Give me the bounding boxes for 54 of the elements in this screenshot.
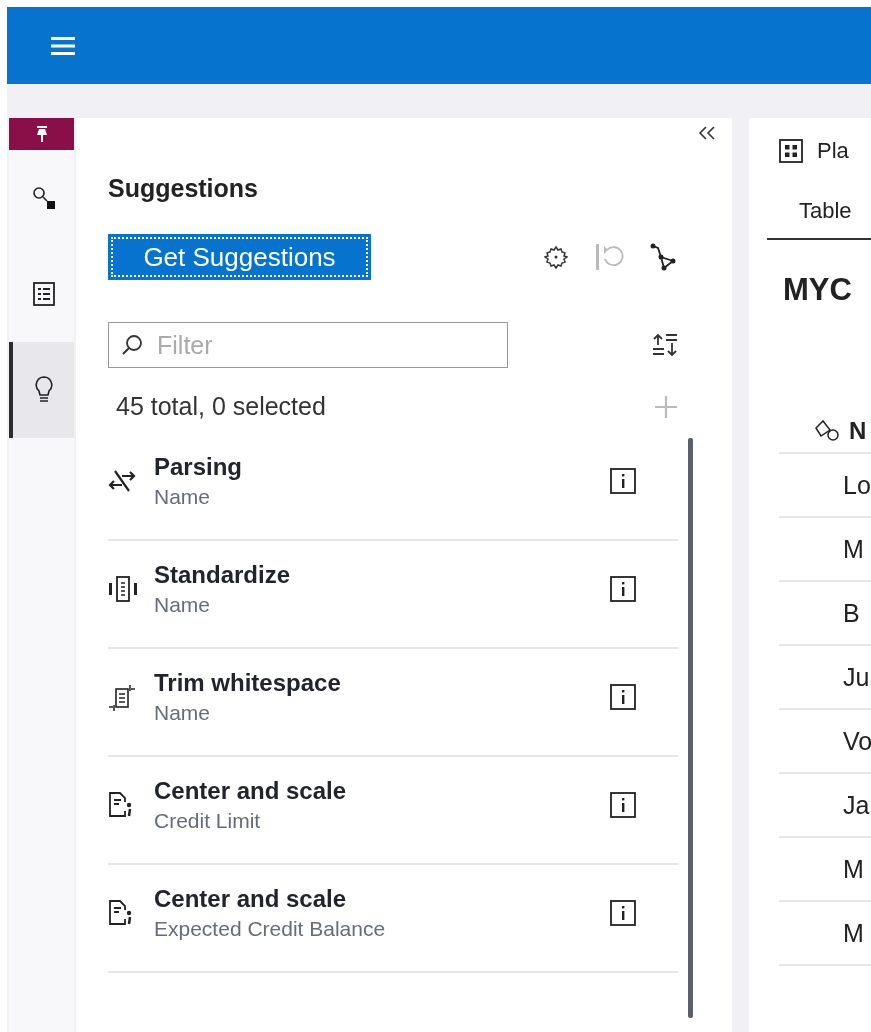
pin-button[interactable]	[9, 118, 74, 150]
column-icon	[108, 683, 136, 711]
grid-icon	[779, 139, 803, 163]
settings-icon[interactable]	[544, 245, 568, 269]
info-icon[interactable]	[610, 468, 636, 494]
table-cell: Ja	[843, 790, 870, 820]
pin-icon	[35, 126, 48, 142]
scrollbar[interactable]	[688, 438, 693, 1018]
suggestion-title: Parsing	[154, 453, 244, 481]
document-icon	[108, 791, 134, 819]
list-icon	[32, 282, 55, 306]
selection-count: 45 total, 0 selected	[116, 392, 326, 421]
suggestion-item[interactable]: Parsing Name	[108, 433, 678, 541]
collapse-icon[interactable]	[698, 126, 716, 140]
info-icon[interactable]	[610, 900, 636, 926]
lightbulb-icon	[34, 376, 53, 404]
suggestion-item[interactable]: Center and scale Credit Limit	[108, 757, 678, 865]
column-header: N	[849, 417, 867, 445]
column-name: Name	[154, 701, 212, 725]
sort-icon[interactable]	[652, 333, 678, 357]
search-icon	[121, 334, 143, 356]
suggestion-title: Center and scale	[154, 885, 348, 913]
info-icon[interactable]	[610, 684, 636, 710]
table-cell: M	[843, 854, 864, 884]
column-name: Name	[154, 593, 212, 617]
info-icon[interactable]	[610, 792, 636, 818]
column-name: Expected Credit Balance	[154, 917, 387, 941]
table-name: MYC	[783, 272, 853, 308]
table-cell: Vo	[843, 726, 871, 756]
table-cell: Lo	[843, 470, 871, 500]
suggestion-item[interactable]: Center and scale Expected Credit Balance	[108, 865, 678, 973]
menu-icon[interactable]	[51, 36, 75, 55]
document-icon	[108, 899, 134, 927]
suggestion-item[interactable]: Trim whitespace Name	[108, 649, 678, 757]
search-icon	[31, 186, 56, 210]
suggestion-title: Standardize	[154, 561, 292, 589]
shapes-icon	[815, 419, 841, 443]
tab[interactable]: Table	[767, 194, 852, 238]
table-cell: Ju	[843, 662, 870, 692]
suggestion-title: Center and scale	[154, 777, 348, 805]
panel-title: Suggestions	[108, 174, 259, 204]
table-cell: B	[843, 598, 860, 628]
suggestion-title: Trim whitespace	[154, 669, 342, 697]
suggestion-item[interactable]: Standardize Name	[108, 541, 678, 649]
filter-field[interactable]: Filter	[108, 322, 508, 368]
table-cell: M	[843, 918, 864, 948]
plan-label: Pla	[817, 138, 849, 164]
get-suggestions-button[interactable]: Get Suggestions	[108, 234, 371, 280]
graph-icon[interactable]	[650, 243, 678, 271]
column-name: Credit Limit	[154, 809, 262, 833]
column-name: Name	[154, 485, 212, 509]
info-icon[interactable]	[610, 576, 636, 602]
table-cell: M	[843, 534, 864, 564]
column-icon	[108, 575, 138, 603]
